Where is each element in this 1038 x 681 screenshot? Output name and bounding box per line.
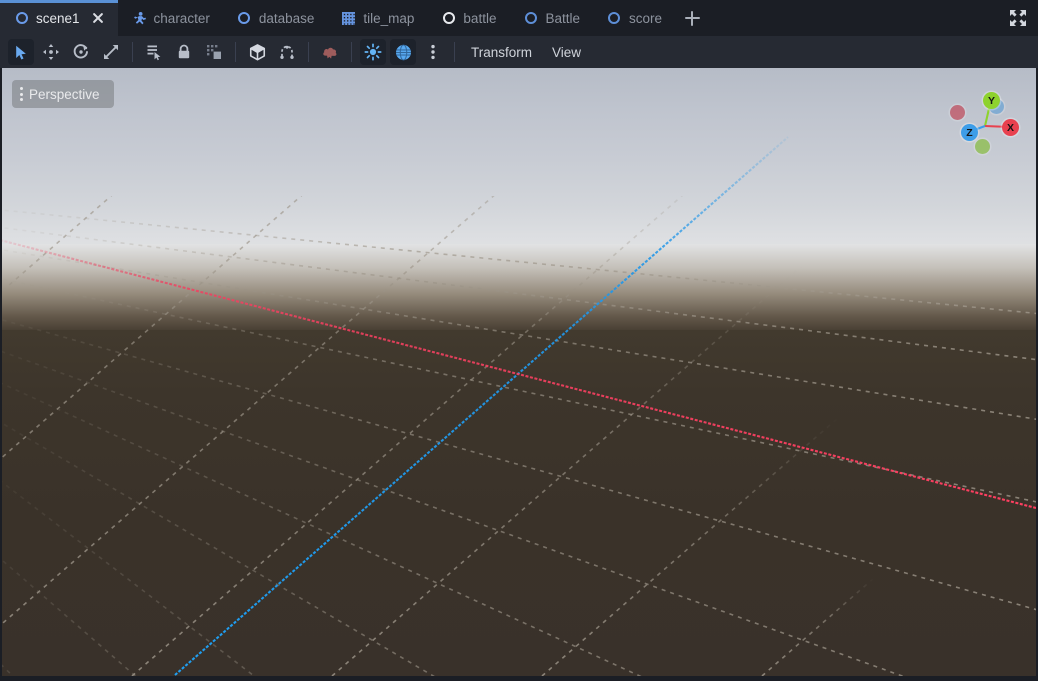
room-occlusion-button[interactable] <box>317 39 343 65</box>
close-tab-button[interactable] <box>91 11 105 25</box>
spatial-editor-toolbar: Transform View <box>0 36 1038 68</box>
z-axis-line <box>174 136 789 676</box>
view-axis-gizmo[interactable]: Y X Z <box>942 78 1030 166</box>
globe-icon <box>395 43 411 61</box>
scene-tab-score[interactable]: score <box>593 0 675 36</box>
cube-snap-icon <box>249 43 265 60</box>
scene-tab-label: battle <box>463 10 497 26</box>
gizmo-axis-x-negative[interactable] <box>975 139 990 154</box>
tilemap-grid-icon <box>341 11 356 26</box>
list-select-button[interactable] <box>141 39 167 65</box>
distraction-free-mode-button[interactable] <box>1004 4 1032 32</box>
scale-mode-button[interactable] <box>98 39 124 65</box>
viewport-grid-and-axes <box>2 68 1036 676</box>
preview-environment-button[interactable] <box>390 39 416 65</box>
vertical-dots-icon <box>20 87 23 101</box>
scene-tab-label: scene1 <box>36 10 80 26</box>
toolbar-separator <box>351 42 352 62</box>
scene-tab-label: score <box>628 10 662 26</box>
scene-tab-battle-lower[interactable]: battle <box>427 0 509 36</box>
scene-tab-database[interactable]: database <box>223 0 328 36</box>
editor-window: scene1 character database tile_map battl… <box>0 0 1038 681</box>
list-select-icon <box>147 45 161 61</box>
gizmo-axis-label: X <box>1006 121 1014 134</box>
scene-node-icon <box>607 11 622 26</box>
character-run-icon <box>132 11 147 26</box>
move-icon <box>43 44 59 60</box>
gizmo-axis-label: Y <box>987 94 995 107</box>
scene-tab-battle-upper[interactable]: Battle <box>509 0 593 36</box>
scene-tab-label: tile_map <box>363 10 415 26</box>
ruler-measure-button[interactable] <box>274 39 300 65</box>
scene-node-icon <box>441 11 456 26</box>
bottom-status-bar <box>0 676 1038 681</box>
transform-menu[interactable]: Transform <box>462 42 541 63</box>
gizmo-axis-y-negative[interactable] <box>950 105 965 120</box>
gizmo-axis-z[interactable]: Z <box>961 124 978 141</box>
scene-tab-label: Battle <box>545 10 580 26</box>
cursor-arrow-icon <box>15 45 26 60</box>
add-scene-tab-button[interactable] <box>675 0 709 36</box>
gizmo-axis-y[interactable]: Y <box>983 92 1000 109</box>
scene-tab-label: database <box>258 10 315 26</box>
scene-tab-character[interactable]: character <box>118 0 223 36</box>
lock-selection-button[interactable] <box>171 39 197 65</box>
view-options-button[interactable] <box>420 39 446 65</box>
occluder-icon <box>323 47 337 59</box>
scene-node-icon <box>523 11 538 26</box>
toolbar-separator <box>132 42 133 62</box>
scene-node-icon <box>237 11 252 26</box>
rotate-mode-button[interactable] <box>68 39 94 65</box>
3d-viewport[interactable] <box>2 68 1036 676</box>
scale-icon <box>104 45 118 59</box>
move-mode-button[interactable] <box>38 39 64 65</box>
gizmo-axis-label: Z <box>966 126 973 139</box>
scene-tab-scene1[interactable]: scene1 <box>0 0 118 36</box>
viewport-camera-label: Perspective <box>29 86 100 102</box>
group-icon <box>207 45 221 59</box>
group-selection-button[interactable] <box>201 39 227 65</box>
vertical-dots-icon <box>431 44 435 60</box>
toolbar-separator <box>235 42 236 62</box>
view-menu[interactable]: View <box>543 42 590 63</box>
scene-tab-label: character <box>153 10 210 26</box>
lock-icon <box>178 44 190 59</box>
scene-tab-bar: scene1 character database tile_map battl… <box>0 0 1038 36</box>
toolbar-separator <box>308 42 309 62</box>
gizmo-axis-x[interactable]: X <box>1002 119 1019 136</box>
preview-sun-button[interactable] <box>360 39 386 65</box>
rotate-icon <box>73 44 88 59</box>
expand-arrows-icon <box>1010 10 1026 26</box>
snap-mode-button[interactable] <box>244 39 270 65</box>
scene-tab-tile-map[interactable]: tile_map <box>327 0 427 36</box>
sun-icon <box>364 43 382 61</box>
viewport-camera-menu[interactable]: Perspective <box>12 80 114 108</box>
scene-node-icon <box>14 11 29 26</box>
select-mode-button[interactable] <box>8 39 34 65</box>
ruler-measure-icon <box>280 45 294 59</box>
toolbar-separator <box>454 42 455 62</box>
